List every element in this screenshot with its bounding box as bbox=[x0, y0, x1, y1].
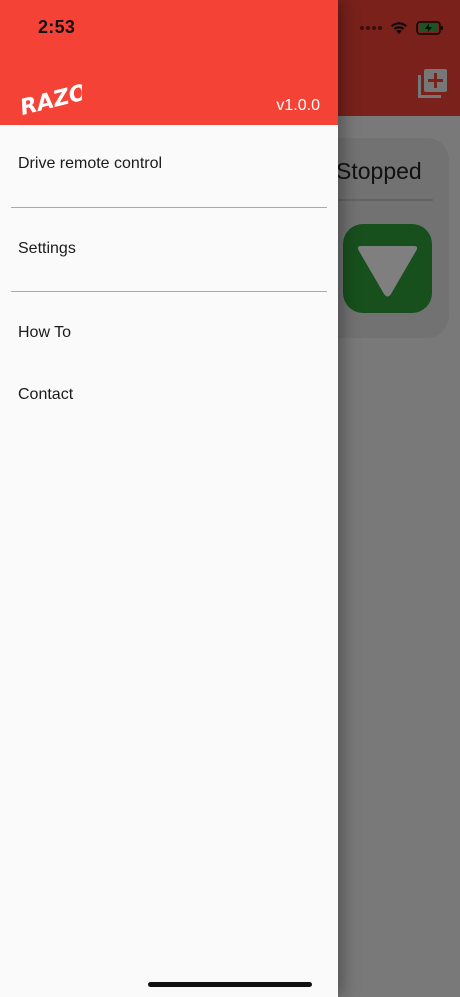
menu-separator bbox=[11, 291, 327, 292]
menu-item-contact[interactable]: Contact bbox=[0, 364, 338, 426]
svg-text:RAZOR: RAZOR bbox=[18, 76, 82, 118]
menu-separator bbox=[11, 207, 327, 208]
status-bar-time: 2:53 bbox=[38, 17, 76, 37]
home-indicator[interactable] bbox=[148, 982, 312, 987]
drawer-header: 2:53 RAZOR v1.0.0 bbox=[0, 0, 338, 125]
razor-logo: RAZOR bbox=[18, 76, 82, 118]
app-version: v1.0.0 bbox=[276, 97, 320, 114]
navigation-drawer: 2:53 RAZOR v1.0.0 Drive remote control S… bbox=[0, 0, 338, 997]
menu-item-drive-remote-control[interactable]: Drive remote control bbox=[0, 133, 338, 195]
menu-item-how-to[interactable]: How To bbox=[0, 302, 338, 364]
menu-item-settings[interactable]: Settings bbox=[0, 218, 338, 280]
